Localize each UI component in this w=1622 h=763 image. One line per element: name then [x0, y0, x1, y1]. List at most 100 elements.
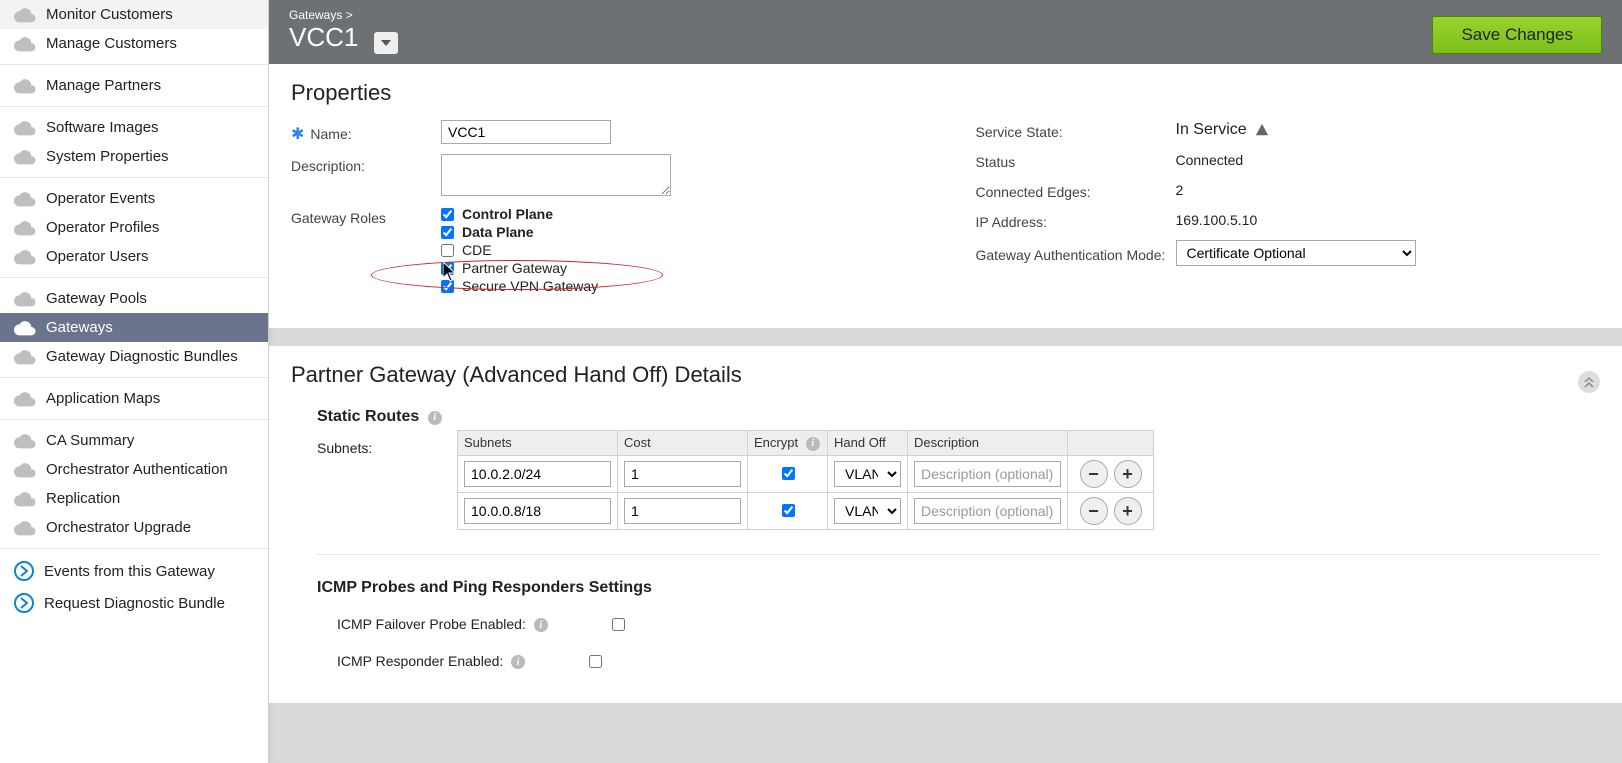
sidebar-item-manage-partners[interactable]: Manage Partners: [0, 71, 268, 100]
col-subnets: Subnets: [458, 431, 618, 456]
breadcrumb[interactable]: Gateways >: [289, 8, 398, 22]
icmp-responder-label: ICMP Responder Enabled:: [337, 653, 503, 669]
cloud-icon: [14, 520, 36, 536]
save-changes-button[interactable]: Save Changes: [1432, 16, 1602, 54]
gateway-dropdown-toggle[interactable]: [374, 32, 398, 54]
handoff-select[interactable]: VLAN: [834, 461, 901, 487]
route-description-input[interactable]: [914, 461, 1061, 487]
sidebar-item-operator-users[interactable]: Operator Users: [0, 242, 268, 271]
sidebar-separator: [0, 419, 268, 420]
cloud-icon: [14, 7, 36, 23]
partner-gateway-heading: Partner Gateway (Advanced Hand Off) Deta…: [291, 362, 742, 388]
cost-input[interactable]: [624, 498, 741, 524]
cost-input[interactable]: [624, 461, 741, 487]
sidebar-link-request-diagnostic-bundle[interactable]: Request Diagnostic Bundle: [0, 587, 268, 619]
encrypt-checkbox[interactable]: [782, 467, 795, 480]
properties-panel: Properties ✱Name: Description:: [269, 64, 1622, 328]
sidebar-item-label: CA Summary: [46, 432, 134, 449]
service-state-label: Service State:: [976, 120, 1176, 140]
sidebar-item-label: Operator Profiles: [46, 219, 159, 236]
sidebar-item-operator-profiles[interactable]: Operator Profiles: [0, 213, 268, 242]
icmp-heading: ICMP Probes and Ping Responders Settings: [317, 579, 1600, 597]
encrypt-checkbox[interactable]: [782, 504, 795, 517]
subnets-label: Subnets:: [317, 430, 437, 456]
sidebar-item-label: Replication: [46, 490, 120, 507]
table-row: VLAN −+: [458, 492, 1154, 529]
sidebar-item-gateways[interactable]: Gateways: [0, 313, 268, 342]
collapse-panel-button[interactable]: [1578, 371, 1600, 393]
ip-address-value: 169.100.5.10: [1176, 212, 1258, 228]
role-option-partner-gateway: Partner Gateway: [441, 260, 598, 276]
sidebar-item-manage-customers[interactable]: Manage Customers: [0, 29, 268, 58]
role-checkbox-control-plane[interactable]: [441, 208, 454, 221]
table-row: VLAN −+: [458, 455, 1154, 492]
gateway-roles-label: Gateway Roles: [291, 206, 441, 226]
arrow-right-circle-icon: [14, 561, 34, 581]
cloud-icon: [14, 349, 36, 365]
role-checkbox-secure-vpn-gateway[interactable]: [441, 280, 454, 293]
sidebar-separator: [0, 548, 268, 549]
chevron-down-icon: [381, 40, 391, 46]
role-label: Data Plane: [462, 224, 534, 240]
handoff-select[interactable]: VLAN: [834, 498, 901, 524]
sidebar-item-ca-summary[interactable]: CA Summary: [0, 426, 268, 455]
connected-edges-label: Connected Edges:: [976, 180, 1176, 200]
sidebar-item-label: Monitor Customers: [46, 6, 173, 23]
icmp-responder-checkbox[interactable]: [589, 655, 602, 668]
warning-icon: [1255, 123, 1269, 137]
remove-row-button[interactable]: −: [1080, 460, 1108, 488]
ip-address-label: IP Address:: [976, 210, 1176, 230]
add-row-button[interactable]: +: [1114, 460, 1142, 488]
sidebar-item-gateway-diagnostic-bundles[interactable]: Gateway Diagnostic Bundles: [0, 342, 268, 371]
info-icon[interactable]: i: [806, 437, 820, 451]
auth-mode-label: Gateway Authentication Mode:: [976, 243, 1176, 263]
auth-mode-select[interactable]: Certificate Optional: [1176, 240, 1416, 266]
info-icon[interactable]: i: [511, 655, 525, 669]
col-cost: Cost: [618, 431, 748, 456]
sidebar-item-orchestrator-upgrade[interactable]: Orchestrator Upgrade: [0, 513, 268, 542]
sidebar-separator: [0, 277, 268, 278]
col-handoff: Hand Off: [828, 431, 908, 456]
icmp-failover-label: ICMP Failover Probe Enabled:: [337, 616, 526, 632]
service-state-value: In Service: [1176, 121, 1247, 139]
sidebar-item-label: Manage Partners: [46, 77, 161, 94]
role-checkbox-partner-gateway[interactable]: [441, 262, 454, 275]
sidebar-item-operator-events[interactable]: Operator Events: [0, 184, 268, 213]
sidebar-link-events-from-this-gateway[interactable]: Events from this Gateway: [0, 555, 268, 587]
route-description-input[interactable]: [914, 498, 1061, 524]
add-row-button[interactable]: +: [1114, 497, 1142, 525]
cloud-icon: [14, 291, 36, 307]
name-input[interactable]: [441, 120, 611, 144]
info-icon[interactable]: i: [428, 411, 442, 425]
sidebar: Monitor Customers Manage Customers Manage …: [0, 0, 269, 763]
cloud-icon: [14, 433, 36, 449]
sidebar-item-label: Application Maps: [46, 390, 160, 407]
remove-row-button[interactable]: −: [1080, 497, 1108, 525]
cloud-icon: [14, 78, 36, 94]
static-routes-heading: Static Routes: [317, 408, 419, 425]
sidebar-item-label: Events from this Gateway: [44, 563, 215, 580]
sidebar-item-application-maps[interactable]: Application Maps: [0, 384, 268, 413]
subnet-input[interactable]: [464, 461, 611, 487]
sidebar-item-replication[interactable]: Replication: [0, 484, 268, 513]
role-checkbox-data-plane[interactable]: [441, 226, 454, 239]
role-checkbox-cde[interactable]: [441, 244, 454, 257]
sidebar-item-system-properties[interactable]: System Properties: [0, 142, 268, 171]
sidebar-item-monitor-customers[interactable]: Monitor Customers: [0, 0, 268, 29]
info-icon[interactable]: i: [534, 618, 548, 632]
sidebar-item-label: Operator Users: [46, 248, 149, 265]
sidebar-item-software-images[interactable]: Software Images: [0, 113, 268, 142]
cloud-icon: [14, 120, 36, 136]
sidebar-item-label: Request Diagnostic Bundle: [44, 595, 225, 612]
subnet-input[interactable]: [464, 498, 611, 524]
sidebar-item-orchestrator-authentication[interactable]: Orchestrator Authentication: [0, 455, 268, 484]
role-option-data-plane: Data Plane: [441, 224, 598, 240]
sidebar-item-gateway-pools[interactable]: Gateway Pools: [0, 284, 268, 313]
role-label: Control Plane: [462, 206, 553, 222]
icmp-failover-checkbox[interactable]: [612, 618, 625, 631]
sidebar-item-label: Gateway Diagnostic Bundles: [46, 348, 238, 365]
cloud-icon: [14, 491, 36, 507]
sidebar-item-label: Gateway Pools: [46, 290, 147, 307]
page-title: VCC1: [289, 22, 358, 52]
description-textarea[interactable]: [441, 154, 671, 196]
